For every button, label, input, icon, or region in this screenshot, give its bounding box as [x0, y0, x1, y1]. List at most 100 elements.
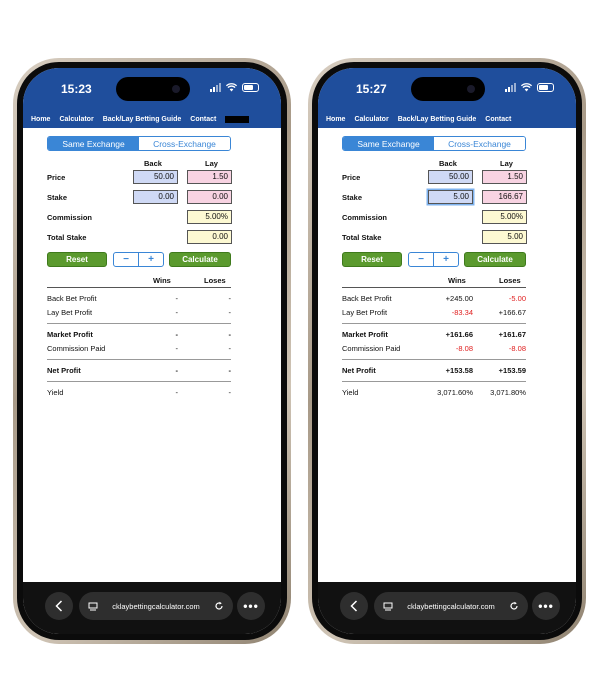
decrement-button[interactable]: −	[114, 253, 139, 266]
status-bar: 15:23	[23, 68, 281, 110]
nav-contact[interactable]: Contact	[190, 116, 216, 123]
divider	[47, 323, 231, 324]
commission-input[interactable]: 5.00%	[187, 210, 232, 224]
nav-guide[interactable]: Back/Lay Betting Guide	[398, 116, 477, 123]
lay-bet-profit-loses: -	[228, 308, 232, 317]
tabs-icon	[88, 602, 98, 610]
divider	[342, 359, 526, 360]
divider	[47, 359, 231, 360]
lay-bet-profit-wins: -	[175, 308, 179, 317]
lay-price-input[interactable]: 1.50	[187, 170, 232, 184]
increment-button[interactable]: +	[139, 253, 163, 266]
back-stake-input[interactable]: 0.00	[133, 190, 178, 204]
address-bar[interactable]: cklaybettingcalculator.com	[374, 592, 528, 620]
nav-home[interactable]: Home	[31, 116, 50, 123]
calculate-button[interactable]: Calculate	[169, 252, 231, 267]
site-nav: Home Calculator Back/Lay Betting Guide C…	[23, 110, 281, 128]
reset-button[interactable]: Reset	[47, 252, 107, 267]
lay-bet-profit-label: Lay Bet Profit	[47, 308, 93, 317]
dynamic-island	[116, 77, 190, 101]
battery-icon	[242, 83, 259, 92]
yield-wins: -	[175, 388, 179, 397]
reload-icon[interactable]	[509, 601, 519, 611]
tab-cross-exchange[interactable]: Cross-Exchange	[139, 137, 230, 150]
market-profit-label: Market Profit	[47, 330, 93, 339]
stake-label: Stake	[342, 193, 363, 202]
nav-home[interactable]: Home	[326, 116, 345, 123]
back-bet-profit-wins: +245.00	[445, 294, 473, 303]
commission-input[interactable]: 5.00%	[482, 210, 527, 224]
back-price-input[interactable]: 50.00	[133, 170, 178, 184]
status-time: 15:23	[61, 82, 92, 96]
nav-calculator[interactable]: Calculator	[59, 116, 93, 123]
tabs-icon	[383, 602, 393, 610]
more-icon[interactable]: •••	[237, 592, 265, 620]
back-stake-input[interactable]: 5.00	[428, 190, 473, 204]
decrement-button[interactable]: −	[409, 253, 434, 266]
browser-bottom-bar: cklaybettingcalculator.com •••	[23, 582, 281, 634]
yield-label: Yield	[342, 388, 359, 397]
battery-icon	[537, 83, 554, 92]
commission-paid-loses: -	[228, 344, 232, 353]
more-icon[interactable]: •••	[532, 592, 560, 620]
lay-column-header: Lay	[205, 159, 218, 168]
loses-column-header: Loses	[204, 276, 226, 285]
increment-button[interactable]: +	[434, 253, 458, 266]
divider	[342, 287, 526, 288]
back-chevron-icon[interactable]	[45, 592, 73, 620]
phone-screen: 15:23 Home Calculator Back/Lay Betting G…	[23, 68, 281, 634]
wins-column-header: Wins	[448, 276, 466, 285]
url-text: cklaybettingcalculator.com	[407, 601, 495, 611]
back-bet-profit-label: Back Bet Profit	[47, 294, 97, 303]
divider	[342, 323, 526, 324]
lay-bet-profit-loses: +166.67	[498, 308, 526, 317]
nav-calculator[interactable]: Calculator	[354, 116, 388, 123]
net-profit-wins: -	[175, 366, 179, 375]
phone-frame-right: 15:27 Home Calculator Back/Lay Betting G…	[308, 58, 586, 644]
market-profit-wins: -	[175, 330, 179, 339]
loses-column-header: Loses	[499, 276, 521, 285]
market-profit-loses: +161.67	[498, 330, 526, 339]
nav-guide[interactable]: Back/Lay Betting Guide	[103, 116, 182, 123]
signal-icon	[210, 83, 221, 92]
commission-paid-loses: -8.08	[508, 344, 526, 353]
net-profit-label: Net Profit	[342, 366, 376, 375]
nav-contact[interactable]: Contact	[485, 116, 511, 123]
wins-column-header: Wins	[153, 276, 171, 285]
yield-loses: -	[228, 388, 232, 397]
tab-cross-exchange[interactable]: Cross-Exchange	[434, 137, 525, 150]
reset-button[interactable]: Reset	[342, 252, 402, 267]
signal-icon	[505, 83, 516, 92]
commission-label: Commission	[47, 213, 93, 222]
calculate-button[interactable]: Calculate	[464, 252, 526, 267]
back-chevron-icon[interactable]	[340, 592, 368, 620]
lay-price-input[interactable]: 1.50	[482, 170, 527, 184]
url-text: cklaybettingcalculator.com	[112, 601, 200, 611]
status-icons	[210, 83, 259, 92]
net-profit-wins: +153.58	[445, 366, 473, 375]
total-stake-label: Total Stake	[47, 233, 87, 242]
tab-same-exchange[interactable]: Same Exchange	[343, 137, 434, 150]
tab-same-exchange[interactable]: Same Exchange	[48, 137, 139, 150]
wifi-icon	[521, 83, 532, 92]
yield-label: Yield	[47, 388, 64, 397]
net-profit-loses: +153.59	[498, 366, 526, 375]
market-profit-wins: +161.66	[445, 330, 473, 339]
back-price-input[interactable]: 50.00	[428, 170, 473, 184]
reload-icon[interactable]	[214, 601, 224, 611]
back-bet-profit-loses: -	[228, 294, 232, 303]
lay-bet-profit-label: Lay Bet Profit	[342, 308, 388, 317]
address-bar[interactable]: cklaybettingcalculator.com	[79, 592, 233, 620]
redacted-block	[225, 115, 250, 123]
back-bet-profit-label: Back Bet Profit	[342, 294, 392, 303]
stake-label: Stake	[47, 193, 68, 202]
commission-label: Commission	[342, 213, 388, 222]
net-profit-label: Net Profit	[47, 366, 81, 375]
yield-loses: 3,071.80%	[490, 388, 526, 397]
net-profit-loses: -	[228, 366, 232, 375]
site-nav: Home Calculator Back/Lay Betting Guide C…	[318, 110, 576, 128]
phone-bezel: 15:23 Home Calculator Back/Lay Betting G…	[17, 62, 287, 640]
browser-bottom-bar: cklaybettingcalculator.com •••	[318, 582, 576, 634]
stake-stepper: − +	[408, 252, 459, 267]
status-bar: 15:27	[318, 68, 576, 110]
